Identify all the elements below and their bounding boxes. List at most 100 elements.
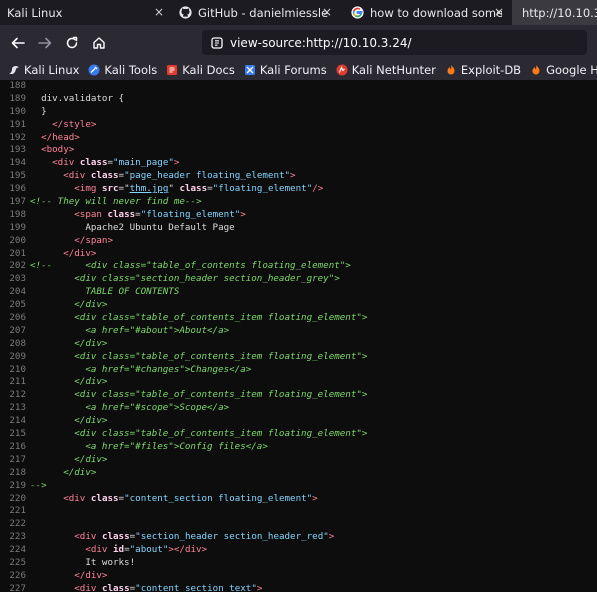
- attribute-value: "main_page": [113, 157, 174, 169]
- back-button[interactable]: [8, 33, 28, 53]
- bookmark-exploit-db[interactable]: Exploit-DB: [445, 63, 521, 77]
- bookmark-label: Kali Tools: [104, 63, 158, 77]
- bookmark-kali-nethunter[interactable]: Kali NetHunter: [336, 63, 436, 77]
- bookmark-label: Kali Linux: [24, 63, 80, 77]
- html-comment: <div class="table_of_contents_item float…: [30, 312, 368, 324]
- line-code: </head>: [30, 132, 80, 145]
- source-line: 222: [0, 518, 597, 531]
- code-text: div.validator {: [30, 92, 125, 104]
- html-comment: </div>: [30, 299, 108, 311]
- close-tab-icon[interactable]: ×: [322, 5, 332, 19]
- source-line: 188: [0, 80, 597, 93]
- nethunter-icon: [336, 64, 348, 76]
- html-tag: <div: [85, 544, 113, 556]
- line-code: <div class="content_section floating_ele…: [30, 493, 318, 506]
- source-line: 192 </head>: [0, 132, 597, 145]
- source-line: 204 TABLE OF CONTENTS: [0, 286, 597, 299]
- line-code: <a href="#scope">Scope</a>: [30, 402, 229, 415]
- source-line: 208 </div>: [0, 338, 597, 351]
- tab-title: how to download someth: [370, 5, 502, 20]
- line-number: 220: [9, 492, 26, 504]
- bookmark-label: Google Hacking DB: [546, 63, 597, 77]
- line-code: -->: [30, 480, 47, 493]
- source-line: 203 <div class="section_header section_h…: [0, 273, 597, 286]
- html-tag: >: [290, 170, 296, 182]
- line-code: <div class="content_section_text">: [30, 583, 262, 592]
- bookmark-kali-tools[interactable]: Kali Tools: [88, 63, 157, 77]
- url-text[interactable]: view-source:http://10.10.3.24/: [230, 36, 412, 50]
- source-line: 189 div.validator {: [0, 93, 597, 106]
- kali-docs-icon: [166, 64, 178, 76]
- close-tab-icon[interactable]: ×: [494, 5, 504, 19]
- attribute-value: "page_header floating_element": [124, 170, 291, 182]
- line-code: </div>: [30, 248, 96, 261]
- line-number: 193: [9, 144, 26, 156]
- line-number: 213: [9, 402, 26, 414]
- line-number: 222: [9, 518, 26, 530]
- line-code: <a href="#about">About</a>: [30, 325, 229, 338]
- source-line: 209 <div class="table_of_contents_item f…: [0, 351, 597, 364]
- line-number: 192: [9, 131, 26, 143]
- home-button[interactable]: [89, 33, 109, 53]
- page-info-icon[interactable]: [210, 36, 224, 50]
- github-icon: [178, 6, 192, 20]
- bookmark-kali-forums[interactable]: Kali Forums: [244, 63, 327, 77]
- html-tag: <div: [74, 582, 102, 592]
- html-comment: <div class="table_of_contents_item float…: [30, 389, 368, 401]
- source-line: 201 </div>: [0, 248, 597, 261]
- bookmark-kali-docs[interactable]: Kali Docs: [166, 63, 235, 77]
- tab-kali-linux[interactable]: Kali Linux ×: [0, 0, 168, 25]
- close-tab-icon[interactable]: ×: [154, 5, 164, 19]
- tab-google-search[interactable]: how to download someth ×: [336, 0, 508, 25]
- forward-button[interactable]: [35, 33, 55, 53]
- line-number: 188: [9, 80, 26, 91]
- bookmark-label: Kali NetHunter: [351, 63, 436, 77]
- tab-github[interactable]: GitHub - danielmiessler/S ×: [168, 0, 336, 25]
- html-comment: -->: [30, 479, 47, 491]
- line-code: <div class="table_of_contents_item float…: [30, 389, 367, 402]
- bookmark-label: Kali Forums: [259, 63, 327, 77]
- line-code: <!-- <div class="table_of_contents float…: [30, 260, 351, 273]
- line-number: 199: [9, 221, 26, 233]
- html-comment: </div>: [30, 453, 108, 465]
- line-code: <div id="about"></div>: [30, 544, 207, 557]
- source-link[interactable]: thm.jpg: [130, 183, 169, 194]
- source-line: 224 <div id="about"></div>: [0, 544, 597, 557]
- bookmark-google-hacking-db[interactable]: Google Hacking DB: [530, 63, 597, 77]
- line-number: 202: [9, 260, 26, 272]
- bookmark-kali-linux[interactable]: Kali Linux: [8, 63, 79, 77]
- source-line: 220 <div class="content_section floating…: [0, 493, 597, 506]
- source-line: 226 </div>: [0, 570, 597, 583]
- line-code: <body>: [30, 144, 74, 157]
- source-line: 195 <div class="page_header floating_ele…: [0, 170, 597, 183]
- address-bar[interactable]: view-source:http://10.10.3.24/: [202, 30, 587, 55]
- bookmarks-toolbar: Kali Linux Kali Tools Kali Docs Kali For…: [0, 60, 597, 80]
- tab-title: http://10.10.3.24/: [522, 5, 597, 20]
- attribute-name: class: [101, 531, 130, 543]
- line-number: 190: [9, 105, 26, 117]
- line-code: Apache2 Ubuntu Default Page: [30, 222, 234, 235]
- line-number: 197: [9, 196, 26, 208]
- html-comment: <a href="#changes">Changes</a>: [30, 363, 252, 375]
- ghdb-icon: [530, 64, 542, 76]
- html-comment: <a href="#files">Config files</a>: [30, 440, 268, 452]
- html-tag: </div>: [63, 247, 97, 259]
- tab-active-page[interactable]: http://10.10.3.24/: [512, 0, 597, 25]
- source-line: 196 <img src="thm.jpg" class="floating_e…: [0, 183, 597, 196]
- line-code: </div>: [30, 467, 96, 480]
- source-line: 221: [0, 505, 597, 518]
- line-code: </style>: [30, 119, 96, 132]
- html-tag: </head>: [41, 131, 80, 143]
- line-code: <div class="table_of_contents_item float…: [30, 351, 367, 364]
- reload-button[interactable]: [62, 33, 82, 53]
- source-line: 206 <div class="table_of_contents_item f…: [0, 312, 597, 325]
- html-comment: </div>: [30, 337, 108, 349]
